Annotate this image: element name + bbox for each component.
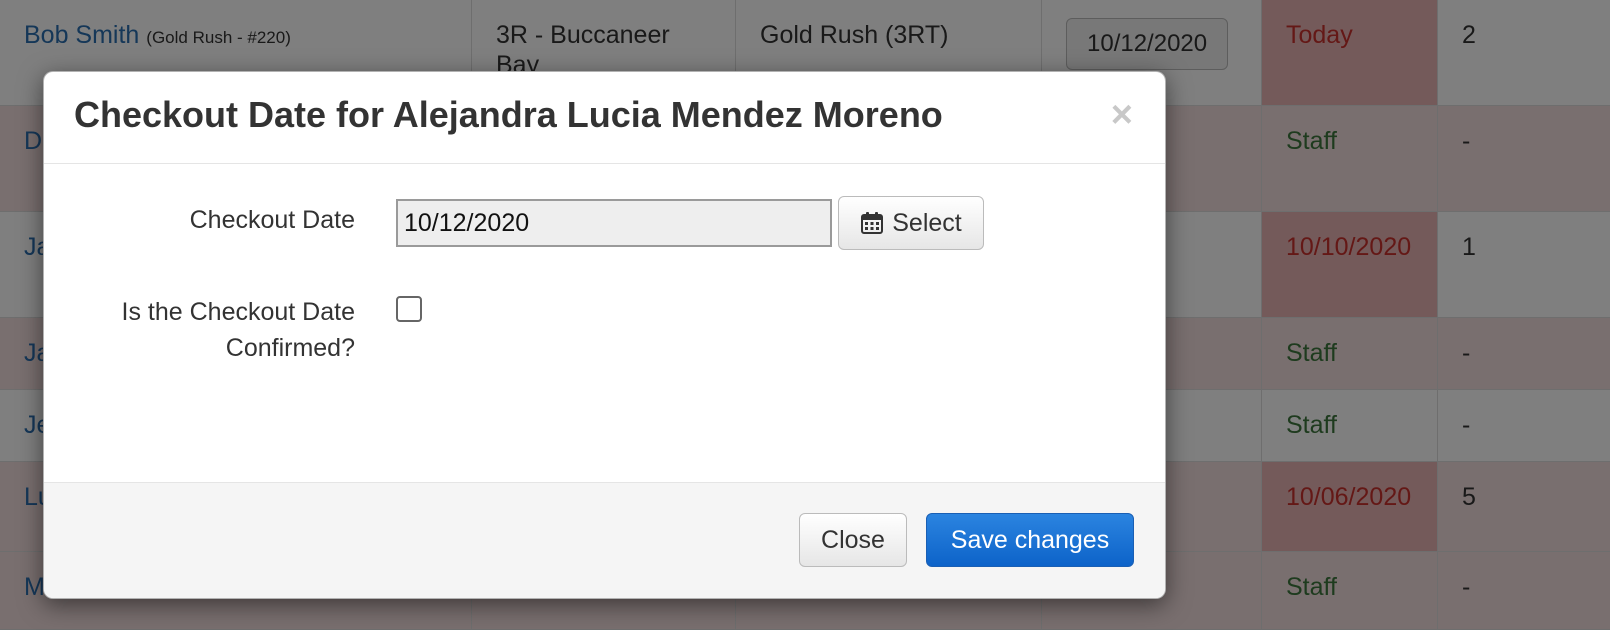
checkout-date-input[interactable] <box>396 199 832 247</box>
modal-title: Checkout Date for Alejandra Lucia Mendez… <box>74 94 943 135</box>
calendar-icon <box>861 212 884 234</box>
checkout-date-label: Checkout Date <box>189 206 355 234</box>
select-date-button[interactable]: Select <box>838 196 984 250</box>
confirmed-checkbox[interactable] <box>396 296 422 322</box>
modal-footer: Close Save changes <box>44 482 1165 598</box>
select-button-label: Select <box>892 208 962 237</box>
close-icon[interactable]: × <box>1111 96 1133 134</box>
checkout-date-modal: Checkout Date for Alejandra Lucia Mendez… <box>43 71 1166 599</box>
close-button[interactable]: Close <box>799 513 907 567</box>
modal-header: Checkout Date for Alejandra Lucia Mendez… <box>44 72 1165 164</box>
confirmed-label: Is the Checkout Date Confirmed? <box>121 298 355 362</box>
save-changes-button[interactable]: Save changes <box>926 513 1134 567</box>
